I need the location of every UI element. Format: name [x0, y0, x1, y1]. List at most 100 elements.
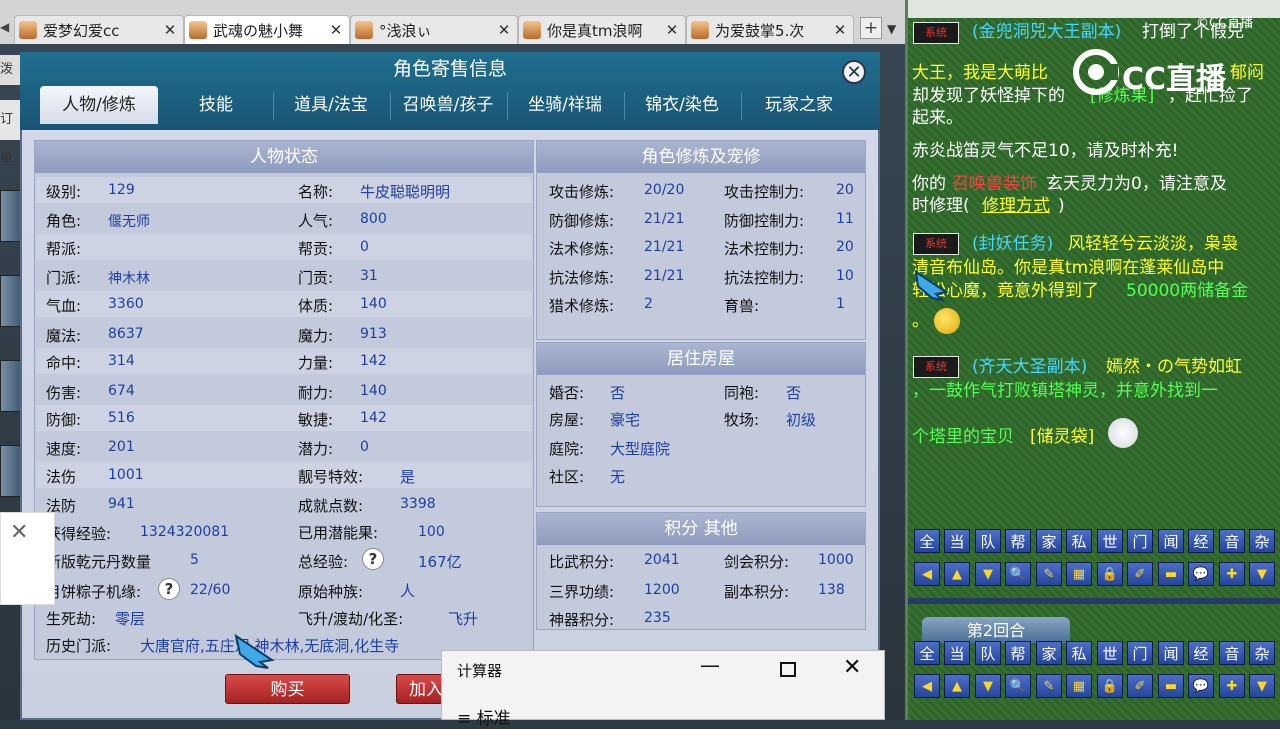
cult-label: 抗法修炼:: [549, 269, 615, 287]
new-tab-button[interactable]: +: [860, 17, 882, 39]
tab-mounts[interactable]: 坐骑/祥瑞: [507, 86, 623, 124]
tab-character[interactable]: 人物/修炼: [40, 86, 158, 124]
help-icon[interactable]: ?: [158, 578, 180, 600]
add-note-icon[interactable]: ✚: [1219, 674, 1245, 698]
arrow-left-icon[interactable]: ◀: [914, 562, 940, 586]
channel-team-button[interactable]: 队: [975, 529, 1001, 553]
stat-label: 月饼粽子机缘:: [46, 583, 142, 601]
channel-current-button[interactable]: 当: [944, 641, 970, 665]
cultivation-header: 角色修炼及宠修: [537, 141, 865, 173]
channel-guild-button[interactable]: 帮: [1005, 529, 1031, 553]
browser-tab-5[interactable]: 为爱鼓掌5.次 ✕: [686, 15, 854, 44]
buy-button[interactable]: 购买: [225, 674, 350, 704]
browser-tab-3[interactable]: °浅浪ぃ ✕: [350, 15, 518, 44]
tab-label: 爱梦幻爱cc: [43, 21, 120, 40]
speech-bubble-icon[interactable]: 💬: [1188, 562, 1214, 586]
channel-private-button[interactable]: 私: [1066, 641, 1092, 665]
stat-label: 成就点数:: [298, 497, 364, 515]
party-avatar[interactable]: [0, 360, 22, 412]
stat-label: 门派:: [46, 269, 82, 287]
tab-costume[interactable]: 锦衣/染色: [624, 86, 740, 124]
cult-value: 2: [644, 296, 653, 312]
channel-news-button[interactable]: 闻: [1158, 529, 1184, 553]
help-icon[interactable]: ?: [362, 548, 384, 570]
arrow-down-icon[interactable]: ▼: [975, 562, 1001, 586]
add-note-icon[interactable]: ✚: [1219, 562, 1245, 586]
channel-current-button[interactable]: 当: [944, 529, 970, 553]
calculator-mode[interactable]: ≡ 标准: [457, 704, 511, 729]
tab-scroll-left-icon[interactable]: ◀: [0, 20, 14, 40]
grid-icon[interactable]: ▦: [1066, 562, 1092, 586]
points-label: 神器积分:: [549, 611, 615, 629]
channel-family-button[interactable]: 家: [1036, 529, 1062, 553]
stat-value: 偃无师: [108, 214, 150, 230]
channel-guild-button[interactable]: 帮: [1005, 641, 1031, 665]
brush-icon[interactable]: ✐: [1127, 562, 1153, 586]
tab-favicon-icon: [523, 21, 541, 39]
channel-exp-button[interactable]: 经: [1188, 641, 1214, 665]
speech-bubble-icon[interactable]: 💬: [1188, 674, 1214, 698]
channel-news-button[interactable]: 闻: [1158, 641, 1184, 665]
channel-voice-button[interactable]: 音: [1219, 529, 1245, 553]
tab-skills[interactable]: 技能: [160, 86, 272, 124]
dialog-close-button[interactable]: ✕: [842, 60, 866, 84]
arrow-down-icon[interactable]: ▼: [975, 674, 1001, 698]
browser-tab-2[interactable]: 武魂の魅小舞 ✕: [184, 15, 350, 44]
lock-icon[interactable]: 🔒: [1097, 674, 1123, 698]
edit-icon[interactable]: ✎: [1036, 674, 1062, 698]
search-icon[interactable]: 🔍: [1005, 674, 1031, 698]
channel-world-button[interactable]: 世: [1097, 641, 1123, 665]
cult-label: 防御修炼:: [549, 212, 615, 230]
popup-close-icon[interactable]: ✕: [10, 520, 28, 545]
arrow-up-icon[interactable]: ▲: [944, 562, 970, 586]
channel-voice-button[interactable]: 音: [1219, 641, 1245, 665]
channel-world-button[interactable]: 世: [1097, 529, 1123, 553]
brush-icon[interactable]: ✐: [1127, 674, 1153, 698]
lock-icon[interactable]: 🔒: [1097, 562, 1123, 586]
tab-close-icon[interactable]: ✕: [496, 21, 512, 39]
party-avatar[interactable]: [0, 275, 22, 327]
channel-exp-button[interactable]: 经: [1188, 529, 1214, 553]
chevron-down-icon[interactable]: ▼: [1249, 674, 1275, 698]
chat-msg-text: 赤炎战笛灵气不足10，请及时补充!: [912, 141, 1179, 161]
close-icon[interactable]: ✕: [843, 655, 861, 680]
tab-close-icon[interactable]: ✕: [328, 21, 344, 39]
repair-method-link[interactable]: 修理方式: [982, 195, 1050, 218]
tab-close-icon[interactable]: ✕: [832, 21, 848, 39]
chat-msg-text: 。: [912, 311, 929, 331]
house-value: 大型庭院: [610, 440, 671, 458]
channel-misc-button[interactable]: 杂: [1249, 529, 1275, 553]
edit-icon[interactable]: ✎: [1036, 562, 1062, 586]
channel-family-button[interactable]: 家: [1036, 641, 1062, 665]
channel-sect-button[interactable]: 门: [1127, 529, 1153, 553]
search-icon[interactable]: 🔍: [1005, 562, 1031, 586]
tab-close-icon[interactable]: ✕: [162, 21, 178, 39]
arrow-up-icon[interactable]: ▲: [944, 674, 970, 698]
minimize-icon[interactable]: —: [700, 653, 720, 677]
channel-all-button[interactable]: 全: [914, 529, 940, 553]
tab-close-icon[interactable]: ✕: [664, 21, 680, 39]
tab-menu-chevron-icon[interactable]: ▼: [887, 22, 896, 36]
party-avatar[interactable]: [0, 190, 22, 242]
channel-all-button[interactable]: 全: [914, 641, 940, 665]
stat-value: 0: [360, 439, 369, 455]
chevron-down-icon[interactable]: ▼: [1249, 562, 1275, 586]
tab-player-home[interactable]: 玩家之家: [741, 86, 857, 124]
chat-item-link[interactable]: [储灵袋]: [1030, 426, 1094, 449]
cult-label: 攻击控制力:: [724, 183, 805, 201]
channel-misc-button[interactable]: 杂: [1249, 641, 1275, 665]
party-avatar[interactable]: [0, 445, 22, 497]
chat-msg-text: 嫣然・の气势如虹: [1106, 357, 1242, 377]
arrow-left-icon[interactable]: ◀: [914, 674, 940, 698]
channel-team-button[interactable]: 队: [975, 641, 1001, 665]
tab-pets[interactable]: 召唤兽/孩子: [390, 86, 506, 124]
folder-icon[interactable]: ▬: [1158, 674, 1184, 698]
tab-items[interactable]: 道具/法宝: [274, 86, 388, 124]
channel-sect-button[interactable]: 门: [1127, 641, 1153, 665]
folder-icon[interactable]: ▬: [1158, 562, 1184, 586]
maximize-icon[interactable]: [780, 662, 796, 677]
browser-tab-1[interactable]: 爱梦幻爱cc ✕: [14, 15, 184, 44]
channel-private-button[interactable]: 私: [1066, 529, 1092, 553]
browser-tab-4[interactable]: 你是真tm浪啊 ✕: [518, 15, 686, 44]
grid-icon[interactable]: ▦: [1066, 674, 1092, 698]
